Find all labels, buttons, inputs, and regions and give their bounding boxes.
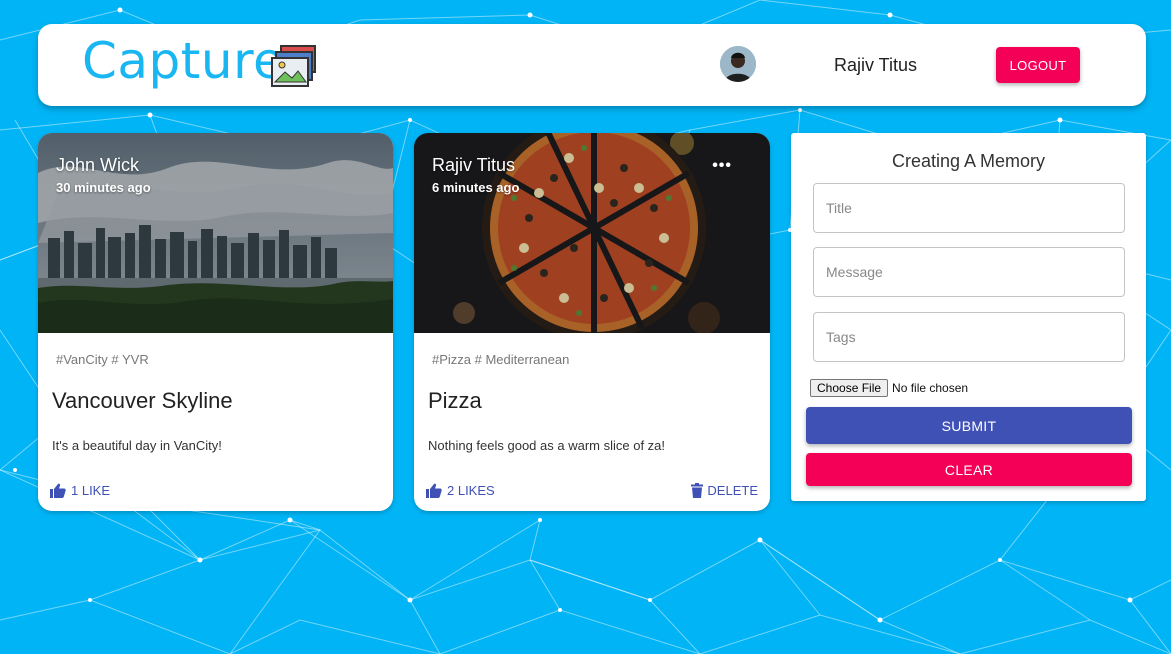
logout-button[interactable]: LOGOUT [996, 47, 1080, 83]
like-count: 2 LIKES [447, 482, 495, 498]
create-memory-form: Creating A Memory Choose File No file ch… [791, 133, 1146, 501]
clear-button[interactable]: CLEAR [806, 453, 1132, 486]
file-picker: Choose File No file chosen [810, 379, 968, 397]
choose-file-button[interactable]: Choose File [810, 379, 889, 397]
post-tags: #VanCity # YVR [56, 352, 149, 367]
delete-button[interactable]: DELETE [691, 481, 758, 499]
file-status: No file chosen [892, 381, 969, 395]
post-title: Pizza [428, 388, 482, 413]
submit-button[interactable]: SUBMIT [806, 407, 1132, 444]
form-heading: Creating A Memory [891, 151, 1046, 171]
avatar[interactable] [720, 46, 756, 82]
delete-label: DELETE [707, 482, 758, 498]
post-author: John Wick [56, 155, 140, 175]
user-name: Rajiv Titus [834, 55, 918, 75]
post-time: 30 minutes ago [56, 180, 151, 195]
post-card: Rajiv Titus 6 minutes ago ••• #Pizza # M… [414, 133, 770, 511]
post-message: It's a beautiful day in VanCity! [52, 438, 222, 453]
post-time: 6 minutes ago [432, 180, 520, 195]
post-message: Nothing feels good as a warm slice of za… [428, 438, 666, 453]
photo-frames-icon [271, 45, 316, 87]
more-horizontal-icon[interactable]: ••• [712, 157, 732, 175]
thumb-up-icon [50, 483, 66, 498]
trash-icon [691, 482, 704, 498]
post-card: John Wick 30 minutes ago #VanCity # YVR … [38, 133, 393, 511]
app-bar: Capture Rajiv Titus LOGOUT [38, 24, 1146, 106]
brand-title[interactable]: Capture [82, 32, 284, 90]
like-count: 1 LIKE [71, 482, 111, 498]
tags-input[interactable] [813, 312, 1125, 362]
thumb-up-icon [426, 483, 442, 498]
post-tags: #Pizza # Mediterranean [432, 352, 570, 367]
like-button[interactable]: 1 LIKE [50, 481, 110, 499]
like-button[interactable]: 2 LIKES [426, 481, 495, 499]
post-title: Vancouver Skyline [52, 388, 233, 413]
title-input[interactable] [813, 183, 1125, 233]
post-author: Rajiv Titus [432, 155, 516, 175]
message-input[interactable] [813, 247, 1125, 297]
